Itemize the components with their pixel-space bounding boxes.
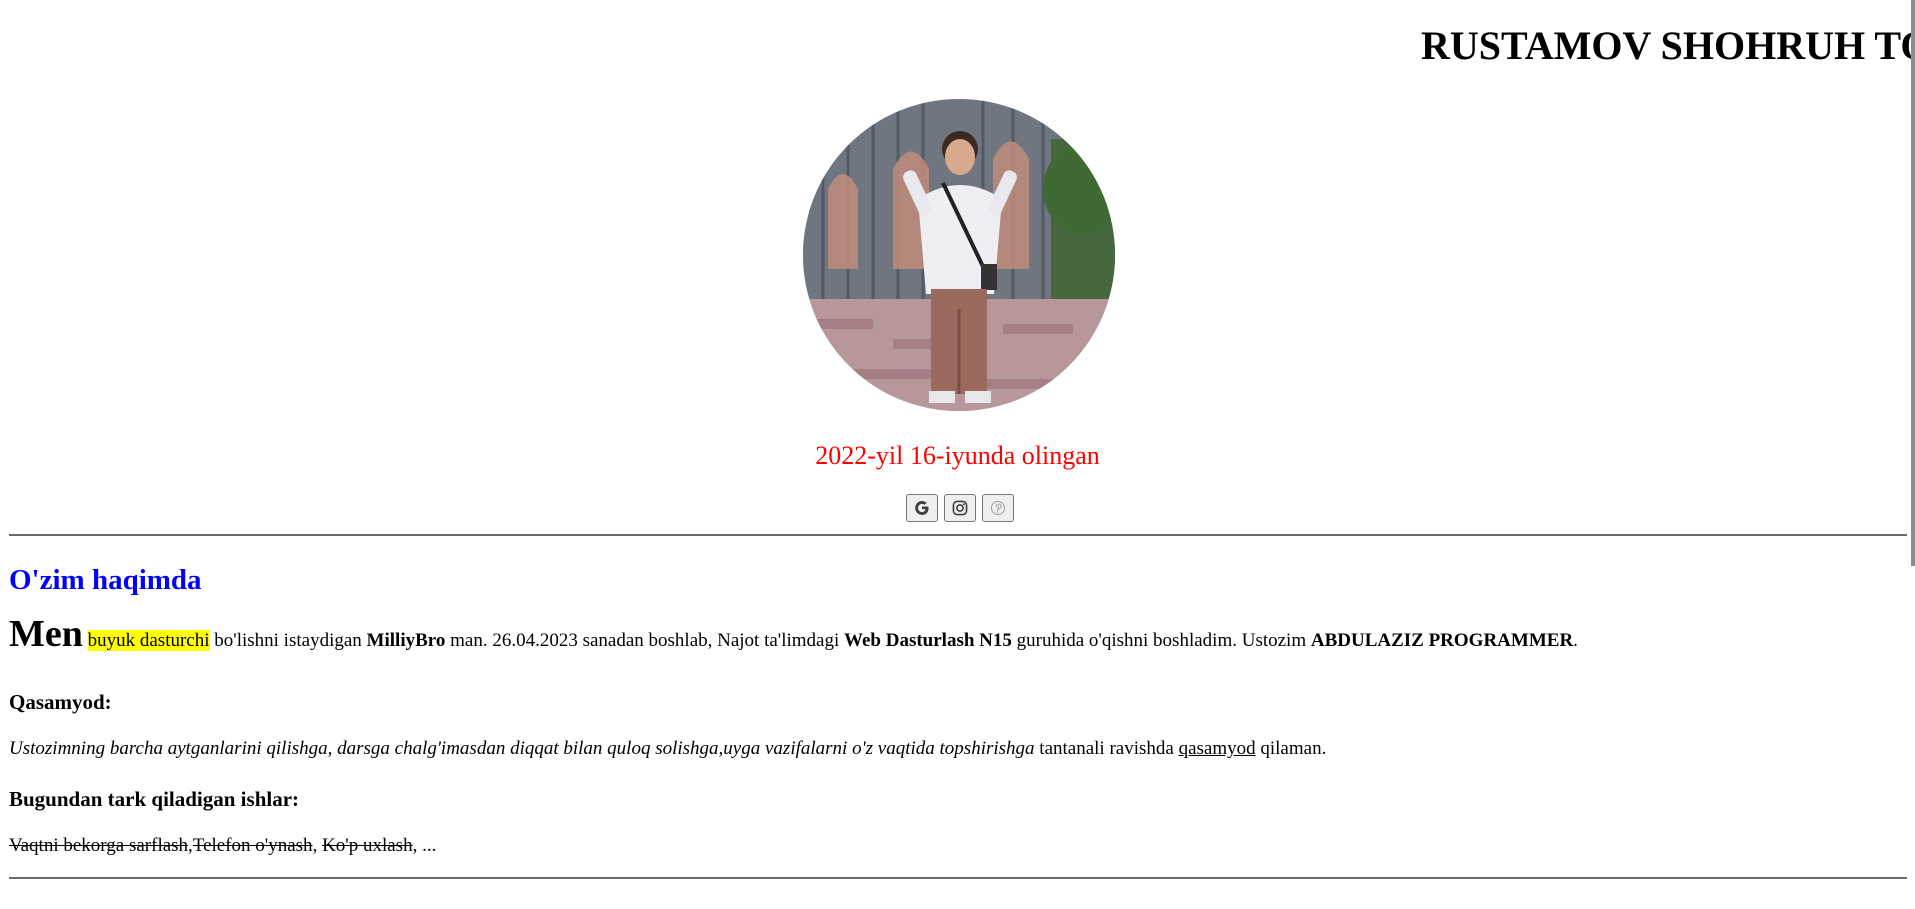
oath-paragraph: Ustozimning barcha aytganlarini qilishga… bbox=[9, 737, 1326, 761]
quit-item-3: Ko'p uxlash bbox=[322, 835, 413, 856]
quit-item-1: Vaqtni bekorga sarflash bbox=[9, 835, 189, 856]
pinterest-button[interactable] bbox=[982, 494, 1014, 522]
intro-lead-word: Men bbox=[9, 613, 83, 655]
pinterest-icon bbox=[990, 500, 1006, 516]
intro-bold-2: Web Dasturlash N15 bbox=[844, 630, 1012, 651]
divider-bottom bbox=[9, 877, 1907, 879]
intro-text-4: . bbox=[1573, 630, 1578, 651]
intro-text-1: bo'lishni istaydigan bbox=[214, 630, 362, 651]
oath-text-1: tantanali ravishda bbox=[1039, 738, 1174, 759]
page: RUSTAMOV SHOHRUH TOLIBOVICH bbox=[0, 0, 1915, 909]
intro-paragraph: Men buyuk dasturchi bo'lishni istaydigan… bbox=[9, 615, 1578, 653]
oath-heading: Qasamyod: bbox=[9, 690, 112, 714]
oath-underlined: qasamyod bbox=[1178, 738, 1256, 759]
intro-bold-3: ABDULAZIZ PROGRAMMER bbox=[1310, 630, 1574, 651]
divider-top bbox=[9, 534, 1907, 536]
quit-list: Vaqtni bekorga sarflash,Telefon o'ynash,… bbox=[9, 834, 436, 858]
profile-photo bbox=[803, 99, 1115, 411]
intro-bold-1: MilliyBro bbox=[366, 630, 446, 651]
about-heading: O'zim haqimda bbox=[9, 564, 202, 596]
page-scrollbar[interactable] bbox=[1911, 0, 1915, 566]
page-title: RUSTAMOV SHOHRUH TOLIBOVICH bbox=[1421, 23, 1915, 68]
intro-text-3: guruhida o'qishni boshladim. Ustozim bbox=[1016, 630, 1307, 651]
quit-sep-2: , bbox=[312, 835, 323, 856]
photo-caption: 2022-yil 16-iyunda olingan bbox=[815, 441, 1100, 470]
oath-text-2: qilaman. bbox=[1260, 738, 1327, 759]
google-icon bbox=[915, 501, 929, 515]
google-button[interactable] bbox=[906, 494, 938, 522]
intro-text-2: man. 26.04.2023 sanadan boshlab, Najot t… bbox=[450, 630, 840, 651]
quit-heading: Bugundan tark qiladigan ishlar: bbox=[9, 787, 300, 811]
profile-photo-image bbox=[803, 99, 1115, 411]
intro-highlight: buyuk dasturchi bbox=[87, 630, 210, 651]
oath-italic: Ustozimning barcha aytganlarini qilishga… bbox=[9, 738, 1035, 759]
quit-item-2: Telefon o'ynash bbox=[192, 835, 313, 856]
title-area: RUSTAMOV SHOHRUH TOLIBOVICH bbox=[0, 0, 1915, 90]
quit-tail: , ... bbox=[412, 835, 437, 856]
instagram-icon bbox=[952, 500, 968, 516]
instagram-button[interactable] bbox=[944, 494, 976, 522]
